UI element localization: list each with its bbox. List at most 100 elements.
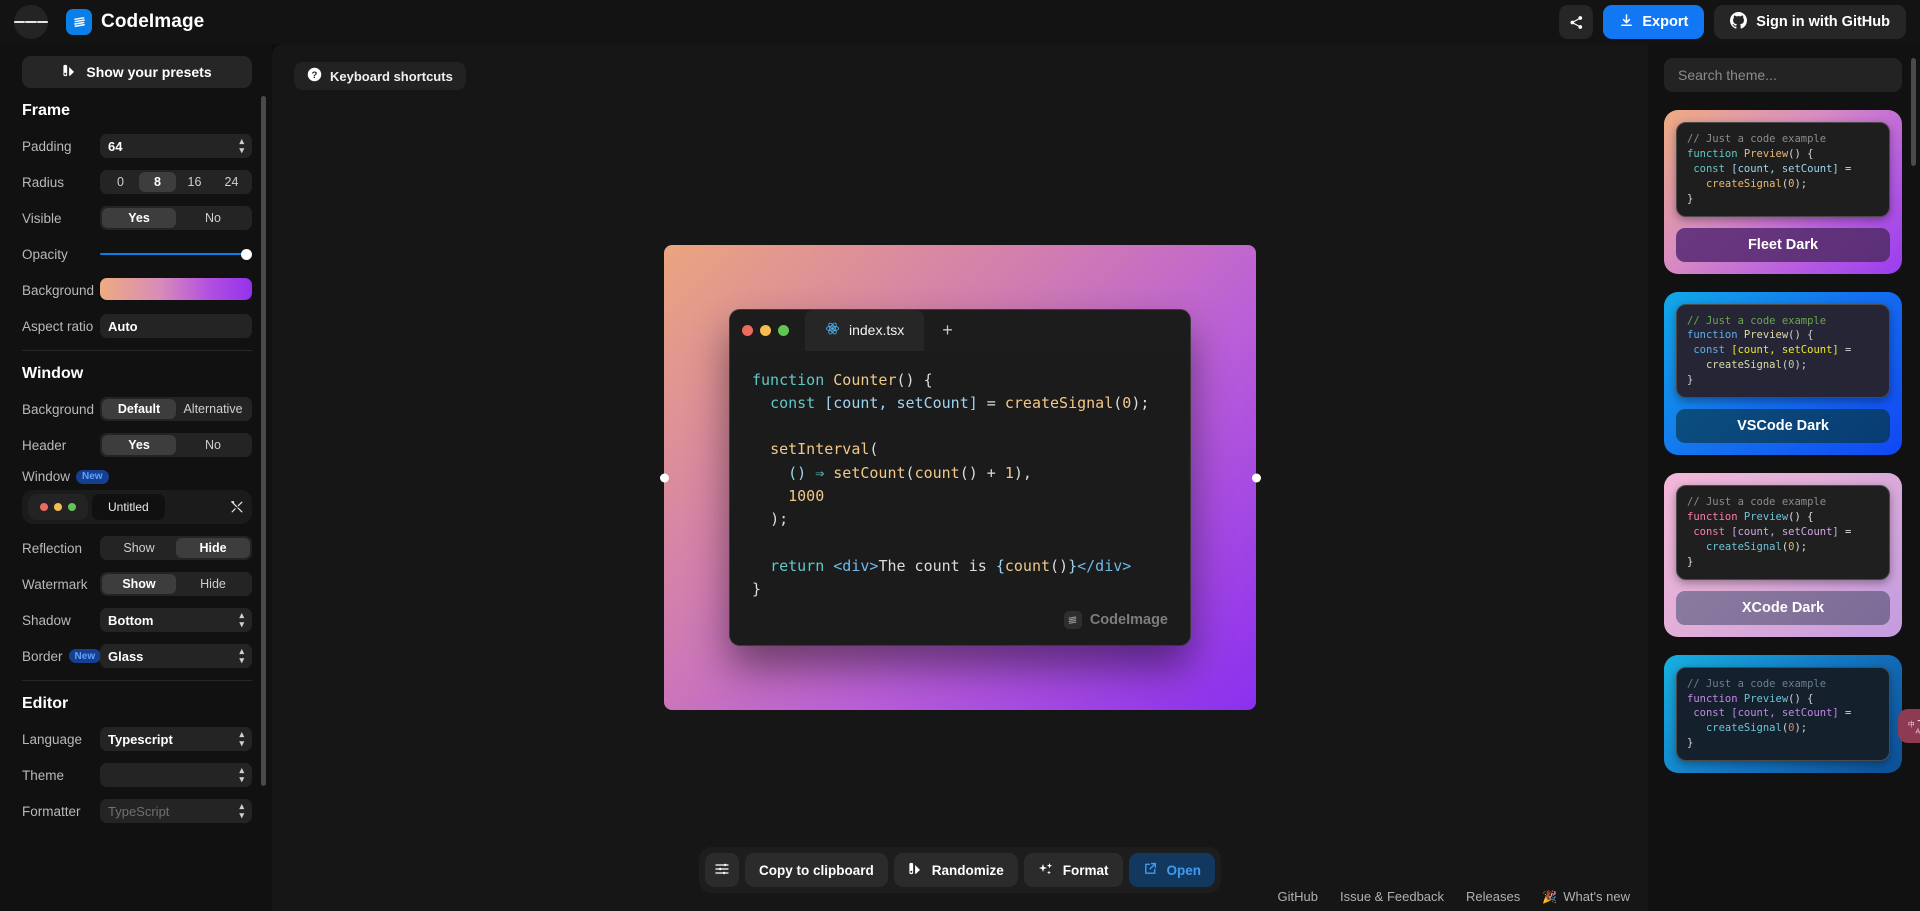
radius-option-16[interactable]: 16 xyxy=(176,172,213,192)
github-label: Sign in with GitHub xyxy=(1756,14,1890,30)
gradient-frame[interactable]: index.tsx + function Counter() { const [… xyxy=(664,245,1256,710)
randomize-label: Randomize xyxy=(932,863,1004,878)
window-header-option-yes[interactable]: Yes xyxy=(102,435,176,455)
window-background-option-default[interactable]: Default xyxy=(102,399,176,419)
chevron-updown-icon: ▴▾ xyxy=(239,766,244,784)
maximize-dot-icon xyxy=(68,503,76,511)
sidebar-scrollbar[interactable] xyxy=(261,56,266,911)
padding-stepper[interactable]: 64 ▴▾ xyxy=(100,134,252,158)
plus-icon[interactable]: + xyxy=(924,320,971,341)
visible-option-yes[interactable]: Yes xyxy=(102,208,176,228)
setting-row-reflection: Reflection Show Hide xyxy=(22,536,252,560)
formatter-select[interactable]: TypeScript ▴▾ xyxy=(100,799,252,823)
theme-card-xcode-dark[interactable]: // Just a code example function Preview(… xyxy=(1664,473,1902,637)
watermark-segmented: Show Hide xyxy=(100,572,252,596)
footer-link-releases[interactable]: Releases xyxy=(1466,889,1520,904)
radius-option-0[interactable]: 0 xyxy=(102,172,139,192)
sliders-icon xyxy=(714,861,730,880)
theme-panel-scrollbar-thumb[interactable] xyxy=(1911,58,1916,166)
resize-handle-right[interactable] xyxy=(1252,473,1261,482)
export-button[interactable]: Export xyxy=(1603,5,1704,39)
radius-segmented: 0 8 16 24 xyxy=(100,170,252,194)
code-editor-body[interactable]: function Counter() { const [count, setCo… xyxy=(730,351,1190,646)
opacity-label: Opacity xyxy=(22,247,100,262)
format-button[interactable]: Format xyxy=(1024,853,1123,887)
window-background-option-alternative[interactable]: Alternative xyxy=(176,399,250,419)
border-select[interactable]: Glass ▴▾ xyxy=(100,644,252,668)
watermark-label: Watermark xyxy=(22,577,100,592)
codeimage-logo-icon xyxy=(66,9,92,35)
setting-row-theme: Theme ▴▾ xyxy=(22,763,252,787)
window-traffic-lights xyxy=(28,494,88,520)
sidebar-scrollbar-thumb[interactable] xyxy=(261,96,266,786)
theme-name-label[interactable]: VSCode Dark xyxy=(1676,409,1890,443)
resize-handle-left[interactable] xyxy=(660,473,669,482)
reflection-option-show[interactable]: Show xyxy=(102,538,176,558)
radius-option-24[interactable]: 24 xyxy=(213,172,250,192)
search-theme-input[interactable] xyxy=(1664,58,1902,92)
footer-link-label: Issue & Feedback xyxy=(1340,889,1444,904)
formatter-value: TypeScript xyxy=(108,804,169,819)
language-select[interactable]: Typescript ▴▾ xyxy=(100,727,252,751)
brand: CodeImage xyxy=(66,9,204,35)
watermark-option-hide[interactable]: Hide xyxy=(176,574,250,594)
copy-label: Copy to clipboard xyxy=(759,863,874,878)
opacity-slider-knob[interactable] xyxy=(241,249,252,260)
shadow-label: Shadow xyxy=(22,613,100,628)
reflection-label: Reflection xyxy=(22,541,100,556)
theme-panel-scrollbar[interactable] xyxy=(1911,58,1916,911)
footer-link-what-s-new[interactable]: 🎉What's new xyxy=(1542,889,1630,904)
keyboard-shortcuts-button[interactable]: ? Keyboard shortcuts xyxy=(294,62,466,90)
shadow-value: Bottom xyxy=(108,613,154,628)
theme-name-label[interactable]: XCode Dark xyxy=(1676,591,1890,625)
window-tab-title[interactable]: Untitled xyxy=(92,494,165,520)
footer-link-issue-feedback[interactable]: Issue & Feedback xyxy=(1340,889,1444,904)
palette-icon xyxy=(62,63,77,81)
setting-row-padding: Padding 64 ▴▾ xyxy=(22,134,252,158)
language-label: Language xyxy=(22,732,100,747)
reflection-option-hide[interactable]: Hide xyxy=(176,538,250,558)
watermark-option-show[interactable]: Show xyxy=(102,574,176,594)
window-header-option-no[interactable]: No xyxy=(176,435,250,455)
watermark-label: CodeImage xyxy=(1090,609,1168,631)
shadow-select[interactable]: Bottom ▴▾ xyxy=(100,608,252,632)
github-signin-button[interactable]: Sign in with GitHub xyxy=(1714,5,1906,39)
open-button[interactable]: Open xyxy=(1129,853,1216,887)
background-label: Background xyxy=(22,283,100,298)
theme-select[interactable]: ▴▾ xyxy=(100,763,252,787)
radius-option-8[interactable]: 8 xyxy=(139,172,176,192)
footer-link-github[interactable]: GitHub xyxy=(1278,889,1318,904)
close-dot-icon[interactable] xyxy=(742,325,753,336)
setting-row-shadow: Shadow Bottom ▴▾ xyxy=(22,608,252,632)
frame-wrapper: index.tsx + function Counter() { const [… xyxy=(664,245,1256,710)
minimize-dot-icon[interactable] xyxy=(760,325,771,336)
window-background-label: Background xyxy=(22,402,100,417)
visible-label: Visible xyxy=(22,211,100,226)
editor-settings-button[interactable] xyxy=(705,853,739,887)
randomize-button[interactable]: Randomize xyxy=(894,853,1018,887)
code-tab-index-tsx[interactable]: index.tsx xyxy=(805,310,924,351)
window-title-preview[interactable]: Untitled xyxy=(22,490,252,524)
translate-icon[interactable]: 中 A xyxy=(1898,709,1920,743)
aspect-ratio-select[interactable]: Auto xyxy=(100,314,252,338)
theme-code-preview: // Just a code example function Preview(… xyxy=(1676,485,1890,580)
theme-code-content: // Just a code example function Preview(… xyxy=(1687,132,1879,207)
theme-card-fleet-dark[interactable]: // Just a code example function Preview(… xyxy=(1664,110,1902,274)
party-popper-icon: 🎉 xyxy=(1542,890,1557,904)
top-bar: CodeImage Export Sign in with GitHub xyxy=(0,0,1920,44)
share-icon[interactable] xyxy=(1559,5,1593,39)
theme-card-3[interactable]: // Just a code example function Preview(… xyxy=(1664,655,1902,774)
copy-to-clipboard-button[interactable]: Copy to clipboard xyxy=(745,853,888,887)
maximize-dot-icon[interactable] xyxy=(778,325,789,336)
theme-name-label[interactable]: Fleet Dark xyxy=(1676,228,1890,262)
theme-code-content: // Just a code example function Preview(… xyxy=(1687,677,1879,752)
visible-option-no[interactable]: No xyxy=(176,208,250,228)
background-gradient-swatch[interactable] xyxy=(100,278,252,300)
hamburger-icon[interactable] xyxy=(14,5,48,39)
code-window-traffic-lights xyxy=(742,325,805,336)
theme-card-vscode-dark[interactable]: // Just a code example function Preview(… xyxy=(1664,292,1902,456)
wrench-icon[interactable] xyxy=(230,500,244,514)
show-presets-button[interactable]: Show your presets xyxy=(22,56,252,88)
question-circle-icon: ? xyxy=(307,67,322,85)
opacity-slider[interactable] xyxy=(100,242,252,266)
